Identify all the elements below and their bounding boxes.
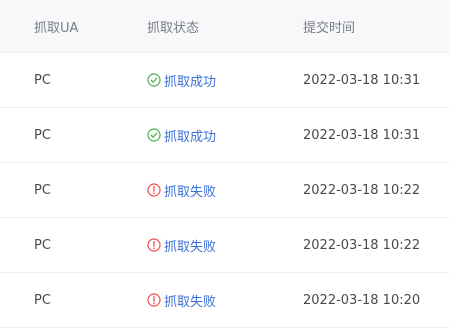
ua-cell: PC xyxy=(34,292,51,308)
column-header-time: 提交时间 xyxy=(303,20,356,36)
exclamation-circle-icon xyxy=(147,293,161,307)
status-label: 抓取失败 xyxy=(164,184,217,200)
check-circle-icon xyxy=(147,73,161,87)
table-row: PC 抓取失败 2022-03-18 10:20 xyxy=(0,273,449,328)
table-header: 抓取UA 抓取状态 提交时间 xyxy=(0,0,449,53)
ua-cell: PC xyxy=(34,182,51,198)
column-header-status: 抓取状态 xyxy=(147,20,200,36)
status-label: 抓取成功 xyxy=(164,129,217,145)
submit-time: 2022-03-18 10:20 xyxy=(303,292,421,308)
ua-cell: PC xyxy=(34,72,51,88)
submit-time: 2022-03-18 10:31 xyxy=(303,127,421,143)
ua-cell: PC xyxy=(34,237,51,253)
check-circle-icon xyxy=(147,128,161,142)
table-row: PC 抓取成功 2022-03-18 10:31 xyxy=(0,53,449,108)
status-link[interactable]: 抓取失败 xyxy=(147,218,216,272)
exclamation-circle-icon xyxy=(147,183,161,197)
submit-time: 2022-03-18 10:22 xyxy=(303,182,421,198)
status-link[interactable]: 抓取失败 xyxy=(147,273,216,327)
status-link[interactable]: 抓取成功 xyxy=(147,53,216,107)
status-label: 抓取成功 xyxy=(164,74,217,90)
status-label: 抓取失败 xyxy=(164,294,217,310)
submit-time: 2022-03-18 10:31 xyxy=(303,72,421,88)
ua-cell: PC xyxy=(34,127,51,143)
status-label: 抓取失败 xyxy=(164,239,217,255)
exclamation-circle-icon xyxy=(147,238,161,252)
table-row: PC 抓取成功 2022-03-18 10:31 xyxy=(0,108,449,163)
table-row: PC 抓取失败 2022-03-18 10:22 xyxy=(0,163,449,218)
submit-time: 2022-03-18 10:22 xyxy=(303,237,421,253)
table-row: PC 抓取失败 2022-03-18 10:22 xyxy=(0,218,449,273)
crawl-records-table: 抓取UA 抓取状态 提交时间 PC 抓取成功 2022-03-18 10:31 … xyxy=(0,0,449,328)
status-link[interactable]: 抓取成功 xyxy=(147,108,216,162)
column-header-ua: 抓取UA xyxy=(34,20,79,36)
status-link[interactable]: 抓取失败 xyxy=(147,163,216,217)
